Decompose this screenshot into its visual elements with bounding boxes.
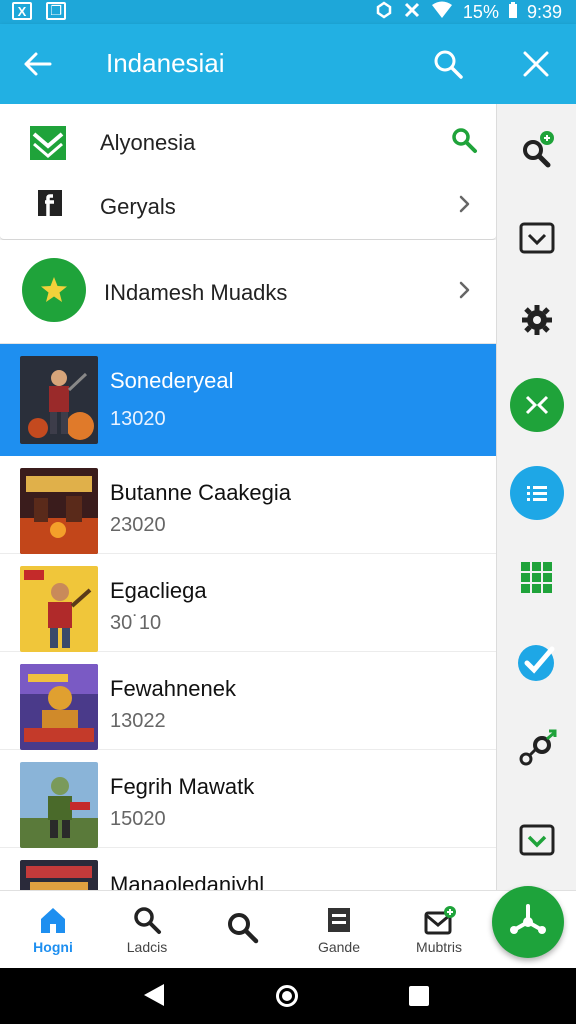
game-thumbnail: [20, 566, 98, 652]
mail-badge-icon: [424, 905, 458, 942]
page-title: Indanesiai: [106, 48, 225, 78]
item-title: Fegrih Mawatk: [110, 774, 255, 799]
game-thumbnail: [20, 356, 98, 444]
feature-row[interactable]: INdamesh Muadks: [0, 240, 496, 344]
search-badge-icon[interactable]: [513, 126, 561, 174]
gear-icon[interactable]: [513, 296, 561, 344]
star-icon: [22, 258, 86, 322]
item-subtitle: 13022: [110, 710, 166, 732]
item-subtitle: 30˙10: [110, 612, 162, 634]
item-title: Manaoledaniyhl: [110, 872, 265, 890]
home-circle-icon[interactable]: [276, 985, 298, 1007]
bottom-nav: Hogni Ladcis Gande Mubtris: [0, 890, 576, 968]
list-icon[interactable]: [510, 466, 564, 520]
system-nav-bar: [0, 968, 576, 1024]
facebook-icon: [38, 190, 62, 221]
item-title: Sonederyeal: [110, 368, 234, 393]
game-thumbnail: [20, 860, 98, 890]
search-icon[interactable]: [430, 46, 466, 82]
list-item[interactable]: Sonederyeal 13020: [0, 344, 496, 456]
document-icon: [324, 905, 354, 940]
chevron-right-icon: [450, 190, 478, 223]
search-icon: [132, 905, 162, 940]
game-thumbnail: [20, 762, 98, 848]
menu-item-label: Geryals: [100, 194, 176, 219]
bluetooth-off-icon: [403, 1, 421, 24]
battery-percent: 15%: [462, 2, 499, 22]
nav-item-home[interactable]: Hogni: [8, 901, 98, 961]
image-box-icon: ❐: [46, 2, 66, 20]
right-rail: [496, 104, 576, 890]
nav-item-search[interactable]: [196, 901, 286, 961]
list-item[interactable]: Butanne Caakegia 23020: [0, 456, 496, 554]
clock: 9:39: [526, 2, 562, 22]
item-title: Fewahnenek: [110, 676, 236, 701]
recents-square-icon[interactable]: [409, 986, 429, 1006]
nav-item-mubtris[interactable]: Mubtris: [394, 901, 484, 961]
nav-item-ladcis[interactable]: Ladcis: [102, 901, 192, 961]
feature-label: INdamesh Muadks: [104, 280, 288, 305]
menu-item-geryals[interactable]: Geryals: [0, 172, 496, 236]
list-item[interactable]: Fegrih Mawatk 15020: [0, 750, 496, 848]
inbox-check-icon[interactable]: [513, 816, 561, 864]
grid-icon[interactable]: [513, 554, 561, 602]
nav-item-gande[interactable]: Gande: [294, 901, 384, 961]
menu-item-label: Alyonesia: [100, 130, 196, 155]
dropdown-menu: Alyonesia Geryals: [0, 104, 496, 240]
item-subtitle: 13020: [110, 408, 166, 430]
item-subtitle: 15020: [110, 808, 166, 830]
list-item[interactable]: Manaoledaniyhl: [0, 848, 496, 890]
x-box-icon: X: [12, 2, 32, 20]
search-icon[interactable]: [450, 126, 478, 159]
search-icon: [226, 911, 260, 950]
status-bar: X ❐ 15% 9:39: [0, 0, 576, 24]
main-list: Alyonesia Geryals INdamesh Muadks Sonede…: [0, 104, 496, 890]
item-subtitle: 23020: [110, 514, 166, 536]
item-title: Egacliega: [110, 578, 207, 603]
list-item[interactable]: Egacliega 30˙10: [0, 554, 496, 652]
game-thumbnail: [20, 664, 98, 750]
item-title: Butanne Caakegia: [110, 480, 292, 505]
check-circle-icon[interactable]: [513, 638, 561, 686]
back-arrow-icon[interactable]: [20, 46, 56, 82]
home-icon: [38, 905, 68, 940]
wifi-icon: [431, 1, 453, 24]
share-x-icon[interactable]: [510, 378, 564, 432]
battery-icon: [508, 2, 517, 23]
game-thumbnail: [20, 468, 98, 554]
connect-fab-button[interactable]: [492, 886, 564, 958]
close-icon[interactable]: [518, 46, 554, 82]
app-bar: Indanesiai: [0, 24, 576, 104]
dropdown-box-icon[interactable]: [513, 214, 561, 262]
back-triangle-icon[interactable]: [144, 984, 164, 1006]
chevron-badge-icon: [30, 126, 66, 165]
chevron-right-icon: [450, 276, 478, 309]
connect-icon[interactable]: [513, 724, 561, 772]
menu-item-alyonesia[interactable]: Alyonesia: [0, 108, 496, 172]
sync-icon: [375, 1, 393, 24]
list-item[interactable]: Fewahnenek 13022: [0, 652, 496, 750]
